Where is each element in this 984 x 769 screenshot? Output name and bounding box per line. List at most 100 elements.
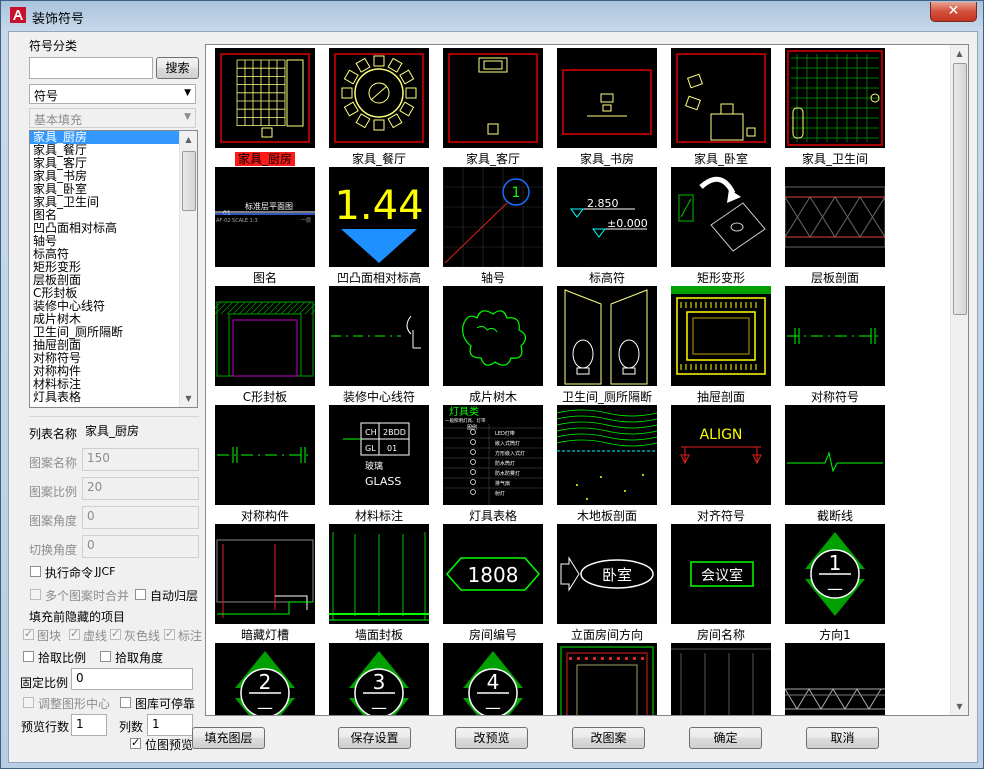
list-item[interactable]: 灯具表格 bbox=[30, 391, 179, 404]
preview-rows-input[interactable]: 1 bbox=[71, 714, 107, 736]
cols-input[interactable]: 1 bbox=[147, 714, 193, 736]
scroll-up-icon[interactable]: ▲ bbox=[951, 45, 968, 62]
symbol-caption[interactable]: 对齐符号 bbox=[664, 507, 778, 524]
symbol-tile[interactable] bbox=[557, 405, 657, 505]
symbol-tile[interactable]: 标准层平面图01AF-02 SCALE 1:3一层 bbox=[215, 167, 315, 267]
symbol-tile[interactable]: 4 — bbox=[443, 643, 543, 715]
symbol-tile[interactable] bbox=[785, 405, 885, 505]
dockable-checkbox[interactable] bbox=[120, 697, 131, 708]
symbol-tile[interactable] bbox=[329, 286, 429, 386]
symbol-caption[interactable]: 装修中心线符 bbox=[322, 388, 436, 405]
pattern-name-field: 150 bbox=[82, 448, 199, 471]
symbol-tile[interactable]: CH 2BDD GL 01 玻璃 GLASS bbox=[329, 405, 429, 505]
symbol-caption[interactable]: 凹凸面相对标高 bbox=[322, 269, 436, 286]
fixed-scale-input[interactable]: 0 bbox=[71, 668, 193, 690]
close-button[interactable]: ✕ bbox=[930, 2, 977, 22]
symbol-tile[interactable]: 会议室 bbox=[671, 524, 771, 624]
scroll-down-icon[interactable]: ▼ bbox=[180, 390, 197, 407]
pick-angle-checkbox[interactable] bbox=[100, 651, 111, 662]
symbol-tile[interactable] bbox=[671, 48, 771, 148]
fill-layer-button[interactable]: 填充图层 bbox=[192, 727, 265, 749]
symbol-caption[interactable]: 抽屉剖面 bbox=[664, 388, 778, 405]
symbol-caption[interactable]: 家具_餐厅 bbox=[322, 150, 436, 167]
symbol-tile[interactable] bbox=[557, 643, 657, 715]
symbol-tile[interactable] bbox=[785, 167, 885, 267]
scroll-thumb[interactable] bbox=[953, 63, 967, 315]
symbol-tile[interactable] bbox=[443, 286, 543, 386]
symbol-caption[interactable]: 材料标注 bbox=[322, 507, 436, 524]
scroll-up-icon[interactable]: ▲ bbox=[180, 131, 197, 148]
symbol-caption[interactable]: 家具_书房 bbox=[550, 150, 664, 167]
symbol-caption[interactable]: 卫生间_厕所隔断 bbox=[550, 388, 664, 405]
symbol-tile[interactable]: 3 — bbox=[329, 643, 429, 715]
bitmap-preview-checkbox[interactable]: ✓ bbox=[130, 736, 141, 749]
symbol-tile[interactable]: 卧室 bbox=[557, 524, 657, 624]
symbol-tile[interactable] bbox=[785, 48, 885, 148]
symbol-caption[interactable]: 暗藏灯槽 bbox=[208, 626, 322, 643]
symbol-caption[interactable]: 对称构件 bbox=[208, 507, 322, 524]
title-bar[interactable]: 装饰符号 ✕ bbox=[1, 1, 983, 31]
symbol-caption[interactable]: 方向1 bbox=[778, 626, 892, 643]
symbol-caption[interactable]: 立面房间方向 bbox=[550, 626, 664, 643]
symbol-caption[interactable]: 家具_卧室 bbox=[664, 150, 778, 167]
symbol-tile[interactable] bbox=[671, 286, 771, 386]
symbol-category-list[interactable]: 家具_厨房 家具_餐厅 家具_客厅 家具_书房 家具_卧室 家具_卫生间 图名 凹凸面相对标高… bbox=[29, 130, 198, 408]
symbol-tile[interactable] bbox=[785, 643, 885, 715]
symbol-caption[interactable]: 轴号 bbox=[436, 269, 550, 286]
symbol-tile[interactable]: 1.44 bbox=[329, 167, 429, 267]
symbol-caption[interactable]: 家具_卫生间 bbox=[778, 150, 892, 167]
symbol-caption[interactable]: 矩形变形 bbox=[664, 269, 778, 286]
search-button[interactable]: 搜索 bbox=[156, 57, 199, 79]
symbol-tile[interactable] bbox=[215, 524, 315, 624]
scroll-down-icon[interactable]: ▼ bbox=[951, 698, 968, 715]
symbol-caption[interactable]: 层板剖面 bbox=[778, 269, 892, 286]
symbol-tile[interactable]: 2 — bbox=[215, 643, 315, 715]
search-input[interactable] bbox=[29, 57, 153, 79]
symbol-tile[interactable]: 1 — bbox=[785, 524, 885, 624]
symbol-tile[interactable] bbox=[215, 48, 315, 148]
symbol-tile[interactable] bbox=[215, 286, 315, 386]
pick-scale-checkbox[interactable] bbox=[23, 651, 34, 662]
symbol-tile[interactable] bbox=[785, 286, 885, 386]
symbol-caption[interactable]: 截断线 bbox=[778, 507, 892, 524]
symbol-tile[interactable] bbox=[329, 48, 429, 148]
list-scrollbar[interactable]: ▲ ▼ bbox=[179, 131, 197, 407]
symbol-type-combo[interactable]: 符号 ▼ bbox=[29, 84, 196, 104]
symbol-caption[interactable]: 房间名称 bbox=[664, 626, 778, 643]
symbol-tile[interactable]: 2.850 ±0.000 bbox=[557, 167, 657, 267]
symbol-caption[interactable]: 木地板剖面 bbox=[550, 507, 664, 524]
bitmap-preview-label: 位图预览 bbox=[145, 738, 194, 752]
symbol-gallery[interactable]: 家具_厨房 家具_餐厅 家具_客厅 家具_书房 家具_卧室 家具_卫生间标准层平面图 01 A… bbox=[205, 44, 969, 716]
symbol-caption[interactable]: 标高符 bbox=[550, 269, 664, 286]
symbol-tile[interactable] bbox=[671, 643, 771, 715]
symbol-caption[interactable]: 图名 bbox=[208, 269, 322, 286]
symbol-tile[interactable] bbox=[671, 167, 771, 267]
exec-command-checkbox[interactable] bbox=[30, 566, 41, 577]
scroll-thumb[interactable] bbox=[182, 151, 196, 211]
cancel-button[interactable]: 取消 bbox=[806, 727, 879, 749]
symbol-tile[interactable] bbox=[557, 286, 657, 386]
symbol-caption[interactable]: 家具_厨房 bbox=[208, 150, 322, 167]
symbol-caption[interactable]: C形封板 bbox=[208, 388, 322, 405]
symbol-tile[interactable] bbox=[329, 524, 429, 624]
symbol-tile[interactable]: ALIGN bbox=[671, 405, 771, 505]
ok-button[interactable]: 确定 bbox=[689, 727, 762, 749]
symbol-caption[interactable]: 房间编号 bbox=[436, 626, 550, 643]
symbol-caption[interactable]: 灯具表格 bbox=[436, 507, 550, 524]
fill-type-combo: 基本填充 ▼ bbox=[29, 108, 196, 128]
save-settings-button[interactable]: 保存设置 bbox=[338, 727, 411, 749]
symbol-caption[interactable]: 家具_客厅 bbox=[436, 150, 550, 167]
change-pattern-button[interactable]: 改图案 bbox=[572, 727, 645, 749]
change-preview-button[interactable]: 改预览 bbox=[455, 727, 528, 749]
symbol-caption[interactable]: 墙面封板 bbox=[322, 626, 436, 643]
symbol-tile[interactable] bbox=[557, 48, 657, 148]
gallery-scrollbar[interactable]: ▲ ▼ bbox=[950, 45, 968, 715]
symbol-caption[interactable]: 对称符号 bbox=[778, 388, 892, 405]
symbol-tile[interactable] bbox=[443, 48, 543, 148]
symbol-tile[interactable]: 1 bbox=[443, 167, 543, 267]
symbol-tile[interactable] bbox=[215, 405, 315, 505]
auto-layer-checkbox[interactable] bbox=[135, 589, 146, 600]
symbol-tile[interactable]: 灯具类 一般照明灯具、灯带 图例 LED灯带 嵌入式筒灯 方形嵌入式灯 防水筒灯 防水防雾灯排… bbox=[443, 405, 543, 505]
symbol-caption[interactable]: 成片树木 bbox=[436, 388, 550, 405]
symbol-tile[interactable]: 1808 bbox=[443, 524, 543, 624]
